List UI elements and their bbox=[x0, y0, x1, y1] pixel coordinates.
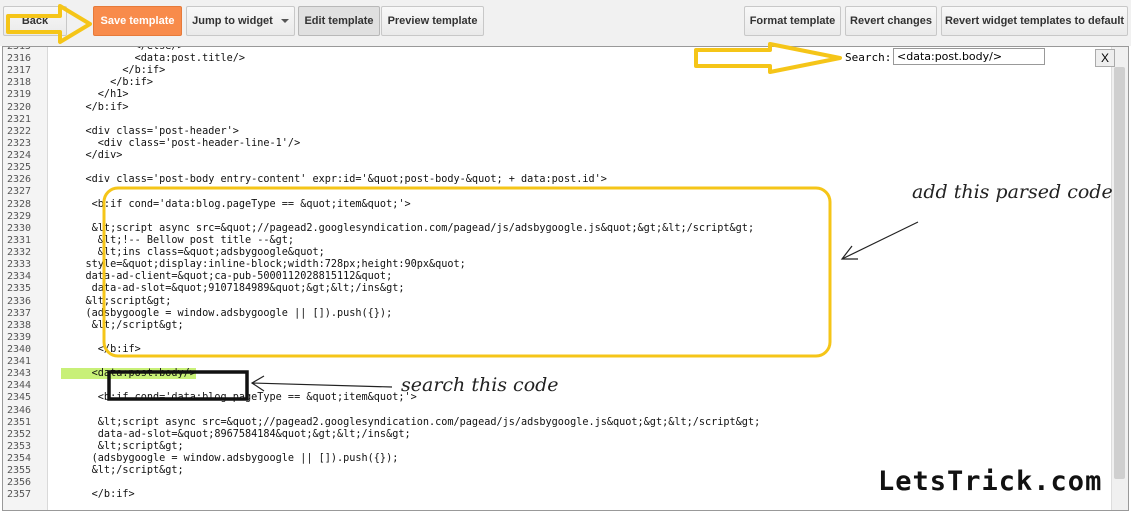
arrow-to-search-icon bbox=[694, 42, 842, 74]
add-code-annotation: add this parsed code bbox=[912, 181, 1113, 203]
search-code-annotation: search this code bbox=[401, 374, 559, 396]
brand-watermark: LetsTrick.com bbox=[878, 466, 1103, 497]
parsed-code-outline bbox=[102, 186, 832, 358]
arrow-to-search-code-icon bbox=[251, 382, 393, 388]
annotation-overlay bbox=[6, 4, 919, 401]
arrow-to-save-icon bbox=[6, 4, 92, 44]
arrow-to-parsed-code-icon bbox=[841, 221, 919, 260]
search-target-outline bbox=[107, 370, 249, 401]
